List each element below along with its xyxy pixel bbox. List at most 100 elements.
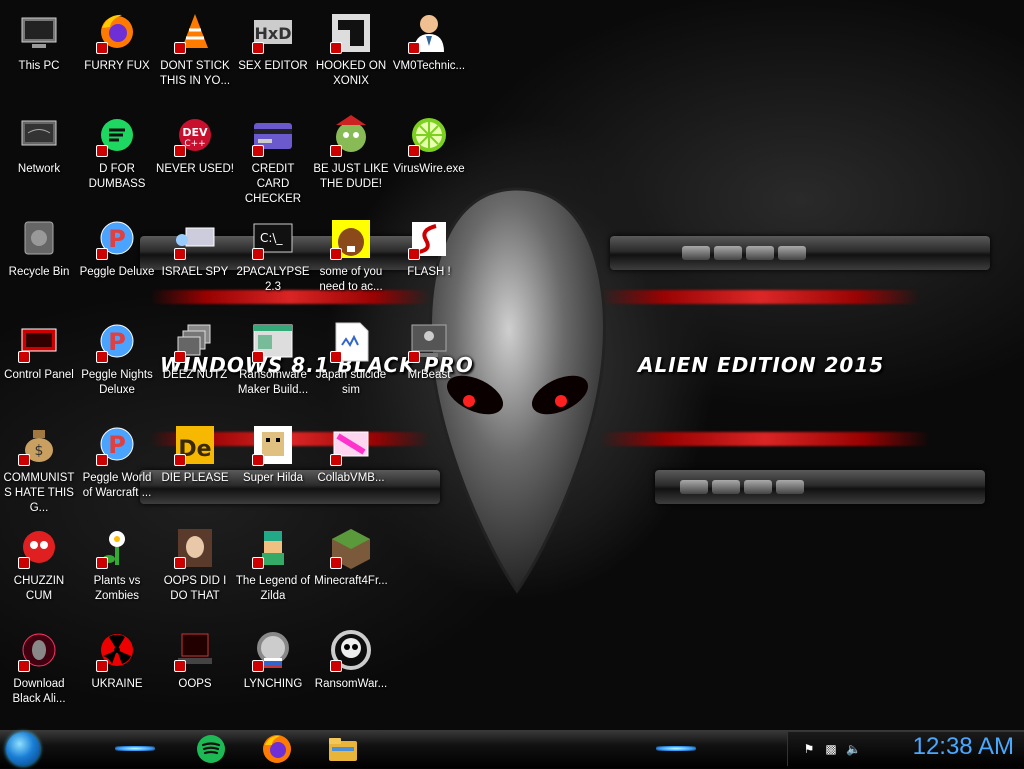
desktop-icon[interactable]: $ COMMUNISTS HATE THIS G... [0,416,78,516]
desktop-icon-label: LYNCHING [243,678,303,690]
portrait-icon [172,525,218,571]
wallpaper-slot [714,246,742,260]
credit-card-icon [250,113,296,159]
desktop-icon[interactable]: UKRAINE [78,622,156,692]
dev-cpp-icon: DEV C++ [172,113,218,159]
system-tray: ⚑ ▩ 🔈 12:38 AM [787,732,1024,766]
desktop-icon[interactable]: DEV C++ NEVER USED! [156,107,234,177]
start-button[interactable] [6,732,40,766]
desktop-icon[interactable]: Minecraft4Fr... [312,519,390,589]
desktop-icon[interactable]: Recycle Bin [0,210,78,280]
desktop-icon[interactable]: Download Black Ali... [0,622,78,707]
desktop-icon-label: OOPS [178,678,212,690]
shortcut-badge-icon [330,557,342,569]
wallpaper-slot [680,480,708,494]
volume-icon[interactable]: 🔈 [846,742,861,756]
desktop-icon[interactable]: P Peggle Deluxe [78,210,156,280]
desktop-icon[interactable]: CREDIT CARD CHECKER [234,107,312,207]
desktop: WINDOWS 8.1 BLACK PRO ALIEN EDITION 2015… [0,0,1024,730]
desktop-icon[interactable]: Japan suicide sim [312,313,390,398]
desktop-icon-label: This PC [18,60,60,72]
desktop-icon[interactable]: VirusWire.exe [390,107,468,177]
shortcut-badge-icon [252,351,264,363]
desktop-icon[interactable]: Ransomware Maker Build... [234,313,312,398]
desktop-icon-label: Super Hilda [242,472,304,484]
shortcut-badge-icon [408,42,420,54]
desktop-icon[interactable]: D FOR DUMBASS [78,107,156,192]
shortcut-badge-icon [408,145,420,157]
desktop-icon[interactable]: P Peggle World of Warcraft ... [78,416,156,501]
desktop-icon-label: ISRAEL SPY [161,266,229,278]
desktop-icon[interactable]: RansomWar... [312,622,390,692]
shortcut-badge-icon [96,145,108,157]
peggle-icon: P [94,216,140,262]
monitor-user-icon [406,319,452,365]
network-status-icon[interactable]: ▩ [824,742,838,756]
desktop-icon[interactable]: P Peggle Nights Deluxe [78,313,156,398]
shortcut-badge-icon [330,42,342,54]
desktop-icon[interactable]: BE JUST LIKE THE DUDE! [312,107,390,192]
desktop-icon[interactable]: Control Panel [0,313,78,383]
desktop-icon[interactable]: DEEZ NUTZ [156,313,234,383]
action-center-flag-icon[interactable]: ⚑ [802,742,816,756]
shortcut-badge-icon [174,145,186,157]
desktop-icon[interactable]: Network [0,107,78,177]
alien-download-icon [16,628,62,674]
desktop-icon[interactable]: C:\_ 2PACALYPSE 2.3 [234,210,312,295]
desktop-icon-label: The Legend of Zilda [235,575,311,602]
desktop-icon[interactable]: HxD SEX EDITOR [234,4,312,74]
desktop-icon[interactable]: Super Hilda [234,416,312,486]
desktop-icon[interactable]: OOPS DID I DO THAT [156,519,234,604]
desktop-icon[interactable]: Plants vs Zombies [78,519,156,604]
network-icon [16,113,62,159]
desktop-icon[interactable]: VM0Technic... [390,4,468,74]
desktop-icon[interactable]: OOPS [156,622,234,692]
desktop-icon[interactable]: LYNCHING [234,622,312,692]
desktop-icon[interactable]: MrBeast [390,313,468,383]
traffic-cone-icon [172,10,218,56]
clock[interactable]: 12:38 AM [913,733,1014,761]
shortcut-badge-icon [330,351,342,363]
shortcut-badge-icon [174,660,186,672]
collabvm-icon [328,422,374,468]
shortcut-badge-icon [330,145,342,157]
desktop-icon[interactable]: FLASH ! [390,210,468,280]
desktop-icon[interactable]: HOOKED ON XONIX [312,4,390,89]
shortcut-badge-icon [96,42,108,54]
computer-icon [16,10,62,56]
shortcut-badge-icon [18,454,30,466]
radiation-icon [94,628,140,674]
desktop-icon-label: DEEZ NUTZ [162,369,228,381]
taskbar-firefox-button[interactable] [260,733,294,765]
desktop-icon-label: Peggle Deluxe [79,266,155,278]
wallpaper-slot [776,480,804,494]
taskbar-spotify-button[interactable] [194,733,228,765]
desktop-icon[interactable]: ISRAEL SPY [156,210,234,280]
desktop-icon-label: FLASH ! [407,266,451,278]
firefox-icon [263,735,291,763]
desktop-icon[interactable]: CHUZZIN CUM [0,519,78,604]
desktop-icon[interactable]: some of you need to ac... [312,210,390,295]
svg-text:C:\_: C:\_ [260,231,283,245]
taskbar-explorer-button[interactable] [326,733,360,765]
desktop-icon[interactable]: The Legend of Zilda [234,519,312,604]
desktop-icon[interactable]: This PC [0,4,78,74]
shortcut-badge-icon [408,351,420,363]
shortcut-badge-icon [252,557,264,569]
chuzzle-icon [16,525,62,571]
desktop-icon-label: Peggle Nights Deluxe [81,369,153,396]
skull-icon [328,628,374,674]
recycle-bin-icon [16,216,62,262]
shortcut-badge-icon [330,660,342,672]
shortcut-badge-icon [96,557,108,569]
wallpaper-slot [744,480,772,494]
shortcut-badge-icon [408,248,420,260]
desktop-icon-label: Japan suicide sim [315,369,387,396]
desktop-icon[interactable]: De DIE PLEASE [156,416,234,486]
desktop-icon-label: OOPS DID I DO THAT [163,575,227,602]
doctor-icon [406,10,452,56]
desktop-icon-label: Network [17,163,61,175]
desktop-icon[interactable]: FURRY FUX [78,4,156,74]
desktop-icon[interactable]: DONT STICK THIS IN YO... [156,4,234,89]
desktop-icon[interactable]: CollabVMB... [312,416,390,486]
